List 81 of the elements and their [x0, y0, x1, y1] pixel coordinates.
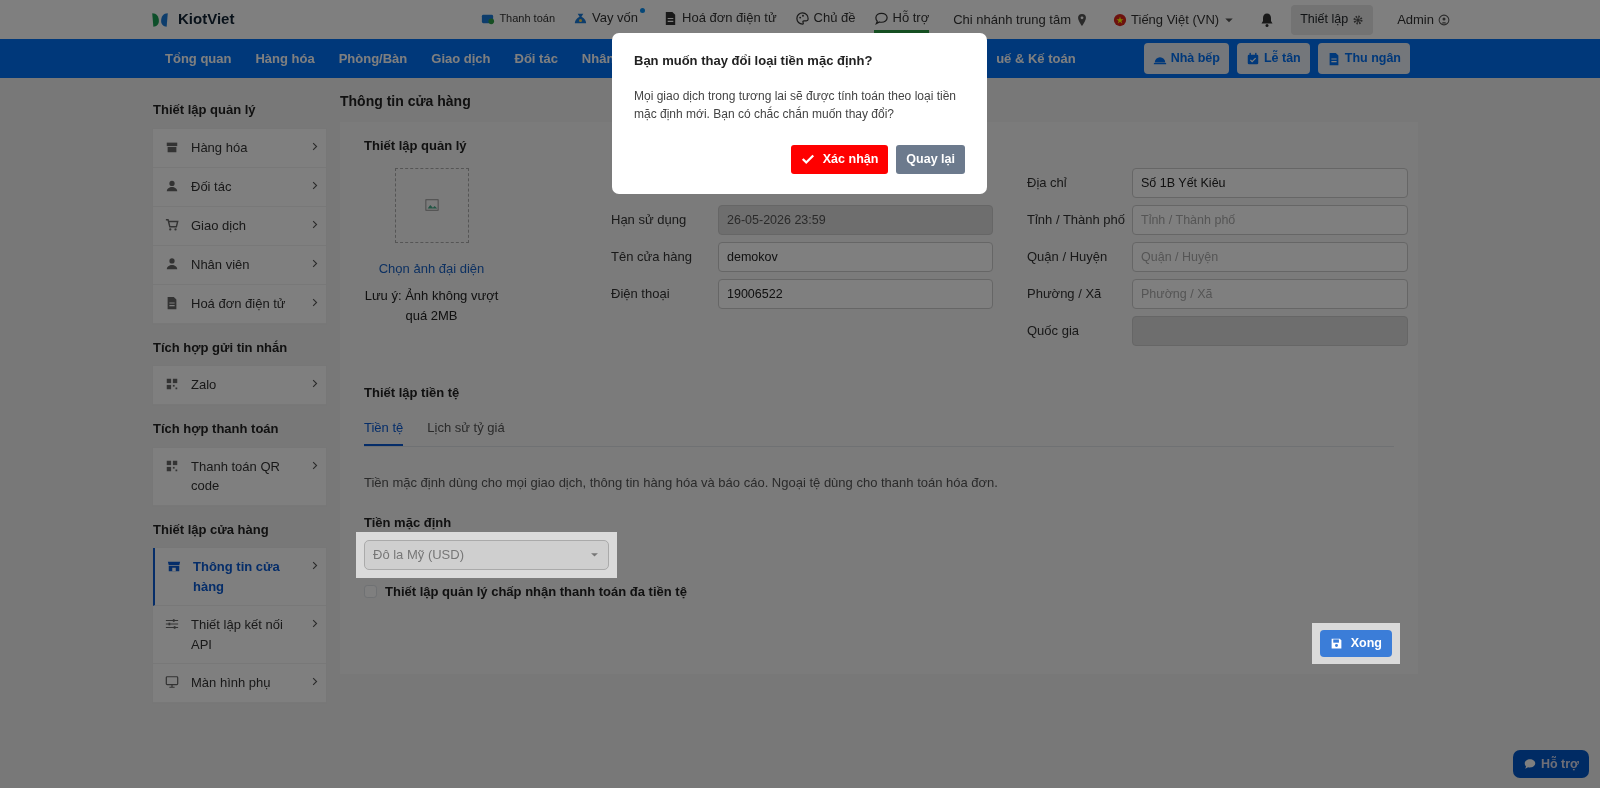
description-text: Tiền mặc định dùng cho mọi giao dịch, thông tin hàng hóa và báo cáo. Ngoại tệ dùng cho thanh toán hóa đơn. [364, 473, 999, 492]
avatar-note: Lưu ý: Ảnh không vượt quá 2MB [363, 287, 500, 325]
nav-item[interactable]: Đối tác [514, 48, 558, 69]
sidebar-item[interactable]: Zalo [153, 366, 326, 405]
user-icon [1438, 13, 1450, 26]
sidebar-item[interactable]: Nhân viên [153, 245, 326, 285]
sidebar-item[interactable]: Đối tác [153, 167, 326, 207]
top-link[interactable]: Thanh toán [480, 7, 556, 32]
input-field[interactable]: Số 1B Yết Kiêu [1132, 167, 1408, 198]
grid-icon [165, 377, 179, 391]
field-label: Tiền mặc định [364, 514, 453, 532]
sliders-icon [165, 617, 179, 631]
sidebar-item[interactable]: Thiết lập kết nối API [153, 606, 326, 664]
group-title: Thiết lập cửa hàng [153, 520, 270, 539]
sidebar-item[interactable]: Màn hình phụ [153, 664, 326, 703]
nav-item[interactable]: Tổng quan [165, 48, 232, 69]
avatar-placeholder[interactable] [394, 167, 469, 243]
branch-selector[interactable]: Chi nhánh trung tâm [953, 9, 1072, 30]
group-title: Tích hợp gửi tin nhắn [153, 338, 289, 357]
save-icon [1329, 637, 1343, 650]
currency-select[interactable]: Đô la Mỹ (USD) [364, 539, 609, 570]
sidebar-item[interactable]: Thông tin cửa hàng [153, 548, 326, 606]
field-label: Quận / Huyện [1027, 247, 1109, 266]
top-link[interactable]: Hoá đơn điện tử [663, 6, 777, 33]
calendar-icon [1245, 51, 1260, 66]
page-title: Thông tin cửa hàng [340, 92, 471, 111]
confirm-button[interactable]: Xác nhận [790, 144, 889, 174]
input-field[interactable]: demokov [718, 241, 993, 272]
check-icon [800, 152, 815, 166]
field-label: Hạn sử dụng [611, 210, 688, 229]
sidebar-item[interactable]: Thanh toán QR code [153, 447, 326, 506]
settings-button[interactable]: Thiết lập [1291, 4, 1374, 35]
nav-item[interactable]: uế & Kế toán [996, 48, 1076, 69]
field-label: Tỉnh / Thành phố [1027, 210, 1127, 229]
field-label: Điện thoại [611, 284, 671, 303]
dialog-title: Bạn muốn thay đổi loại tiền mặc định? [634, 52, 874, 70]
top-link[interactable]: Chủ đề [794, 6, 856, 33]
language-selector[interactable]: Tiếng Việt (VN) [1131, 9, 1220, 30]
tab[interactable]: Tiền tệ [364, 418, 404, 446]
user-menu[interactable]: Admin [1397, 9, 1450, 30]
broken-image-icon [424, 198, 439, 212]
flag-icon [1113, 12, 1128, 27]
top-link[interactable]: Vay vốn [573, 6, 646, 33]
nav-button[interactable]: Thu ngân [1317, 43, 1410, 74]
nav-item[interactable]: Phòng/Bàn [338, 48, 408, 69]
person-icon [165, 256, 179, 271]
nav-item[interactable]: Hàng hóa [255, 48, 315, 69]
section-title: Thiết lập quản lý [364, 137, 468, 155]
section-title: Thiết lập tiền tệ [364, 383, 461, 402]
sidebar-item[interactable]: Hoá đơn điện tử [153, 284, 326, 324]
grid-icon [165, 458, 179, 473]
notification-dot [640, 8, 646, 14]
monitor-icon [165, 675, 179, 689]
input-field[interactable]: 19006522 [718, 278, 993, 309]
field-label: Tên cửa hàng [611, 247, 693, 266]
done-button[interactable]: Xong [1319, 630, 1392, 657]
tab[interactable]: Lịch sử tỷ giá [427, 418, 505, 446]
group-title: Thiết lập quản lý [153, 101, 257, 119]
field-label: Quốc gia [1027, 321, 1081, 340]
nav-button[interactable]: Lễ tân [1236, 43, 1310, 74]
avatar-link[interactable]: Chọn ảnh đại diện [378, 258, 485, 278]
help-button[interactable]: Hỗ trợ [1512, 750, 1589, 778]
group-title: Tích hợp thanh toán [153, 420, 280, 438]
nav-button[interactable]: Nhà bếp [1143, 43, 1229, 74]
back-button[interactable]: Quay lại [896, 144, 965, 174]
document-icon [165, 295, 179, 310]
sidebar-item[interactable]: Giao dịch [153, 206, 326, 246]
gear-icon [1352, 13, 1365, 26]
dialog-message: Mọi giao dịch trong tương lai sẽ được tính toán theo loại tiền mặc định mới. Bạn có chắc chắn muốn thay đổi? [634, 87, 957, 123]
chat-icon [1522, 757, 1537, 771]
store-icon [167, 559, 181, 573]
checkbox-label: Thiết lập quản lý chấp nhận thanh toán đa tiền tệ [385, 582, 687, 601]
sidebar-item[interactable]: Hàng hóa [153, 128, 326, 168]
field-label: Phường / Xã [1027, 284, 1103, 303]
chat-icon [873, 10, 889, 26]
cart-icon [165, 217, 179, 232]
logo-text: KiotViet [178, 9, 235, 30]
nav-item[interactable]: Giao dịch [431, 48, 491, 69]
palette-icon [794, 10, 810, 26]
field-label: Địa chỉ [1027, 173, 1068, 192]
person-icon [165, 178, 179, 193]
